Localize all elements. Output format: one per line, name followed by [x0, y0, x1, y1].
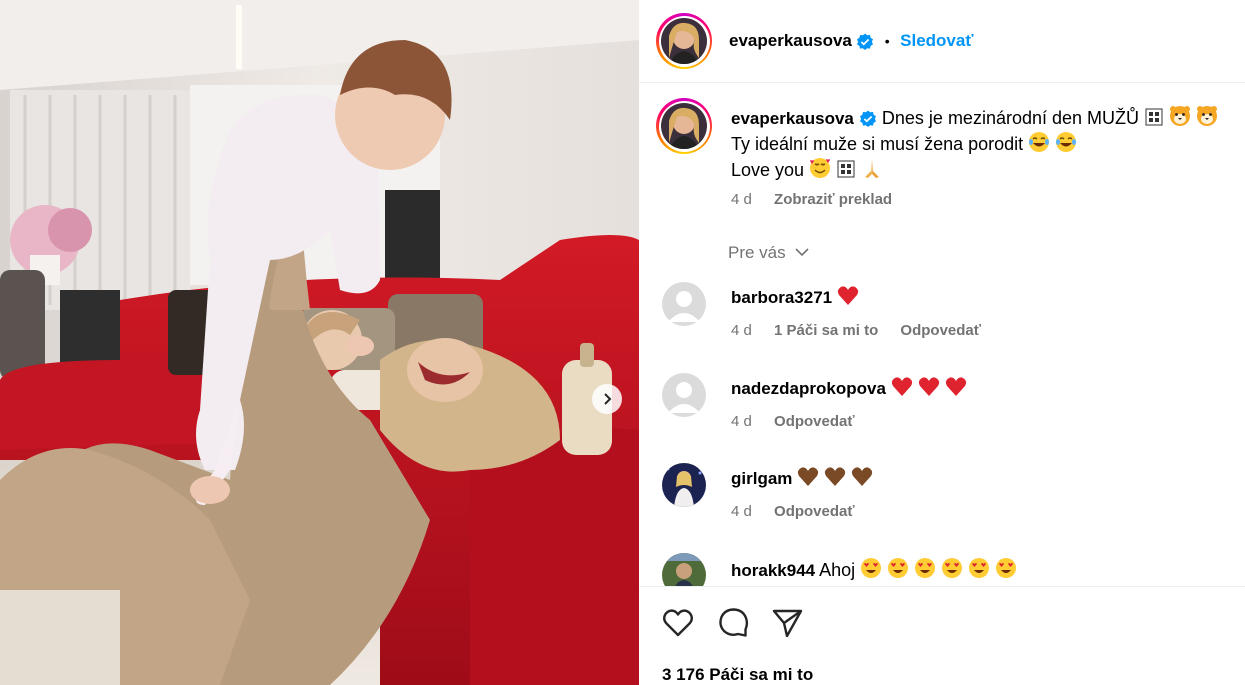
- comment-avatar[interactable]: [662, 373, 706, 417]
- heart-eyes-emoji-icon: [942, 558, 963, 578]
- red-heart-emoji-icon: [891, 377, 913, 396]
- reply-button[interactable]: Odpovedať: [774, 413, 855, 430]
- brown-heart-emoji-icon: [825, 467, 846, 486]
- caption-meta: 4 d Zobraziť preklad: [731, 191, 892, 208]
- post-photo[interactable]: [0, 0, 639, 685]
- comment-likes[interactable]: 1 Páči sa mi to: [774, 322, 878, 339]
- comment-username[interactable]: girlgam: [731, 469, 792, 488]
- comment-username[interactable]: nadezdaprokopova: [731, 379, 886, 398]
- caption-avatar[interactable]: [656, 98, 712, 154]
- comments-filter[interactable]: Pre vás: [728, 243, 810, 263]
- red-heart-emoji-icon: [918, 377, 940, 396]
- chevron-right-icon: [604, 393, 612, 405]
- share-button[interactable]: [772, 608, 803, 643]
- heart-eyes-emoji-icon: [861, 558, 882, 578]
- translate-link[interactable]: Zobraziť preklad: [774, 191, 892, 208]
- comment-text: Ahoj: [819, 560, 856, 580]
- comment-time[interactable]: 4 d: [731, 413, 752, 430]
- likes-count[interactable]: 3 176 Páči sa mi to: [662, 665, 813, 685]
- follow-button[interactable]: Sledovať: [900, 31, 973, 50]
- brown-heart-emoji-icon: [852, 467, 873, 486]
- comment-time[interactable]: 4 d: [731, 322, 752, 339]
- folded-hands-emoji-icon: [865, 159, 880, 178]
- share-icon: [772, 609, 803, 638]
- comment-username[interactable]: horakk944: [731, 561, 815, 580]
- like-button[interactable]: [662, 608, 694, 643]
- comments-filter-label: Pre vás: [728, 243, 786, 262]
- unsupported-glyph-icon: [837, 160, 855, 178]
- comment-icon: [719, 608, 749, 637]
- brown-heart-emoji-icon: [798, 467, 819, 486]
- smiling-hearts-emoji-icon: [810, 158, 831, 178]
- post-panel: evaperkausova • Sledovať evaperkausova D…: [639, 0, 1245, 685]
- comment-avatar[interactable]: [662, 282, 706, 326]
- caption-line-2: Ty ideální muže si musí žena porodit: [731, 134, 1024, 154]
- red-heart-emoji-icon: [945, 377, 967, 396]
- photo-illustration: [0, 0, 639, 685]
- heart-icon: [663, 609, 693, 637]
- heart-eyes-emoji-icon: [888, 558, 909, 578]
- comment-username[interactable]: barbora3271: [731, 288, 832, 307]
- heart-eyes-emoji-icon: [996, 558, 1017, 578]
- heart-eyes-emoji-icon: [915, 558, 936, 578]
- reply-button[interactable]: Odpovedať: [774, 503, 855, 520]
- caption: evaperkausova Dnes je mezinárodní den MU…: [731, 105, 1236, 183]
- caption-time[interactable]: 4 d: [731, 191, 752, 208]
- reply-button[interactable]: Odpovedať: [900, 322, 981, 339]
- comment-time[interactable]: 4 d: [731, 503, 752, 520]
- next-image-button[interactable]: [592, 384, 622, 414]
- post-header: evaperkausova • Sledovať: [639, 0, 1245, 83]
- chevron-down-icon: [795, 248, 809, 257]
- tiger-face-emoji-icon: [1170, 106, 1191, 126]
- comment-button[interactable]: [718, 607, 749, 643]
- comment-item: horakk944 Ahoj: [639, 553, 1245, 586]
- heart-eyes-emoji-icon: [969, 558, 990, 578]
- tears-of-joy-emoji-icon: [1029, 132, 1050, 152]
- caption-line-1: Dnes je mezinárodní den MUŽŮ: [881, 108, 1140, 128]
- comment-avatar[interactable]: [662, 463, 706, 507]
- unsupported-glyph-icon: [1145, 108, 1163, 126]
- post-actions-bar: 3 176 Páči sa mi to: [639, 586, 1245, 685]
- tears-of-joy-emoji-icon: [1056, 132, 1077, 152]
- red-heart-emoji-icon: [838, 286, 859, 305]
- author-username[interactable]: evaperkausova: [729, 31, 852, 50]
- separator-dot: •: [884, 33, 890, 49]
- verified-icon: [859, 110, 876, 128]
- tiger-face-emoji-icon: [1197, 106, 1218, 126]
- caption-author[interactable]: evaperkausova: [731, 109, 854, 128]
- author-avatar[interactable]: [656, 13, 712, 69]
- verified-icon: [857, 33, 874, 50]
- comment-avatar[interactable]: [662, 553, 706, 586]
- caption-line-3: Love you: [731, 160, 805, 180]
